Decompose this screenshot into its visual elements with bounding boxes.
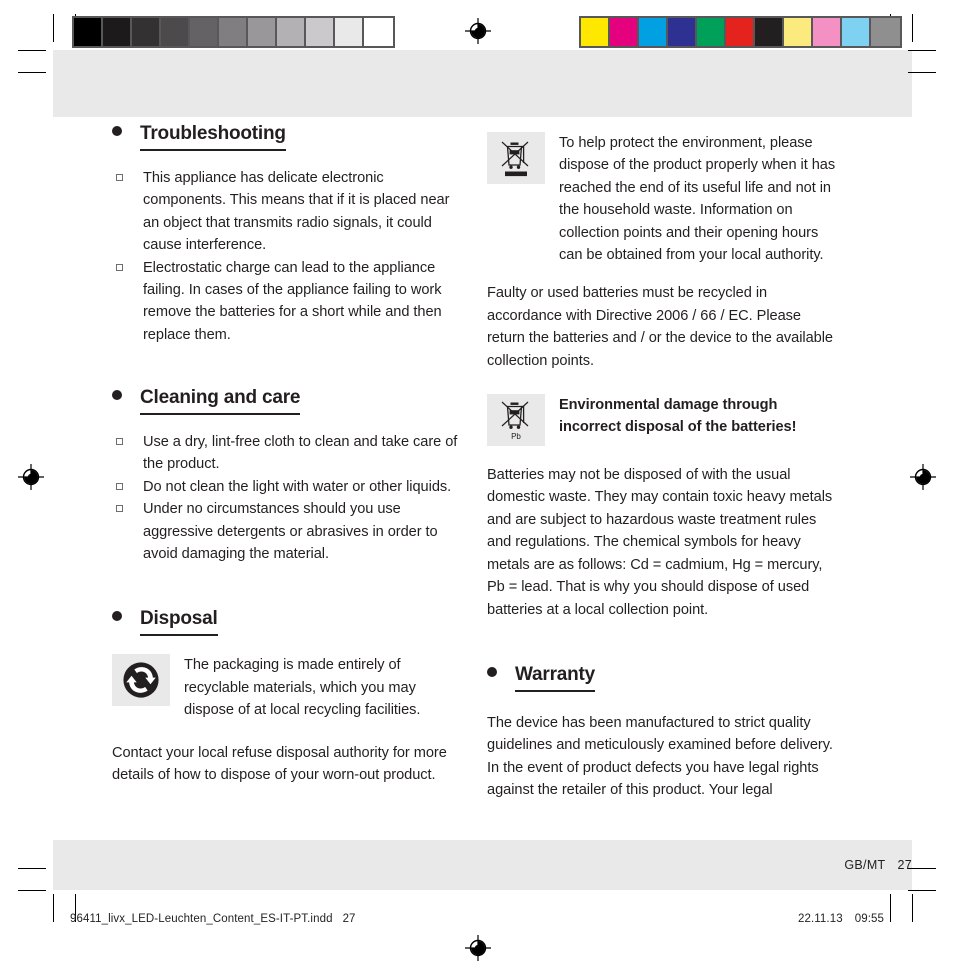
- heading-disposal: Disposal: [112, 609, 467, 637]
- weee-notice: To help protect the environment, please …: [487, 132, 842, 266]
- heading-text: Troubleshooting: [140, 123, 286, 151]
- list-item-text: Electrostatic charge can lead to the app…: [143, 259, 442, 343]
- list-item: Do not clean the light with water or oth…: [112, 476, 467, 498]
- recycling-text: The packaging is made entirely of recycl…: [184, 657, 421, 719]
- print-slug-filename-group: 96411_livx_LED-Leuchten_Content_ES-IT-PT…: [70, 913, 356, 925]
- warranty-paragraph: The device has been manufactured to stri…: [487, 714, 833, 799]
- footer-locale: GB/MT: [844, 858, 886, 872]
- batteries-directive-paragraph: Faulty or used batteries must be recycle…: [487, 285, 833, 369]
- content-columns: Troubleshooting This appliance has delic…: [0, 0, 954, 954]
- footer-folio: GB/MT 27: [487, 858, 912, 872]
- list-item-text: This appliance has delicate electronic c…: [143, 169, 450, 254]
- weee-text: To help protect the environment, please …: [559, 135, 836, 264]
- left-column: Troubleshooting This appliance has delic…: [112, 123, 467, 786]
- bullet-icon: [112, 390, 122, 401]
- print-slug-date: 22.11.13: [798, 913, 843, 925]
- list-item-text: Under no circumstances should you use ag…: [143, 501, 438, 563]
- print-slug-filename: 96411_livx_LED-Leuchten_Content_ES-IT-PT…: [70, 913, 333, 925]
- heading-text: Disposal: [140, 609, 218, 637]
- pb-label: Pb: [511, 432, 521, 441]
- battery-warning-text: Environmental damage through incorrect d…: [559, 397, 797, 436]
- heading-cleaning-and-care: Cleaning and care: [112, 387, 467, 416]
- crossed-out-wheelie-bin-icon: [487, 132, 545, 184]
- square-bullet-icon: [116, 173, 123, 181]
- troubleshooting-list: This appliance has delicate electronic c…: [112, 167, 467, 346]
- cleaning-list: Use a dry, lint-free cloth to clean and …: [112, 431, 467, 565]
- heading-text: Warranty: [515, 664, 595, 692]
- list-item: This appliance has delicate electronic c…: [112, 167, 467, 257]
- print-slug-page-number: 27: [342, 913, 356, 925]
- square-bullet-icon: [116, 482, 123, 490]
- list-item: Electrostatic charge can lead to the app…: [112, 257, 467, 347]
- disposal-paragraph: Contact your local refuse disposal autho…: [112, 744, 447, 783]
- recycling-notice: The packaging is made entirely of recycl…: [112, 654, 467, 721]
- heavy-metals-paragraph: Batteries may not be disposed of with th…: [487, 467, 833, 618]
- heading-warranty: Warranty: [487, 664, 842, 692]
- battery-warning-notice: Pb Environmental damage through incorrec…: [487, 394, 842, 447]
- section-cleaning-and-care: Cleaning and care Use a dry, lint-free c…: [112, 387, 467, 565]
- square-bullet-icon: [116, 438, 123, 446]
- crossed-out-bin-pb-icon: Pb: [487, 394, 545, 447]
- footer-page-number: 27: [897, 858, 912, 872]
- list-item: Under no circumstances should you use ag…: [112, 498, 467, 565]
- section-warranty: Warranty The device has been manufacture…: [487, 664, 842, 802]
- heading-troubleshooting: Troubleshooting: [112, 123, 467, 151]
- print-slug-timestamp-group: 22.11.13 09:55: [798, 913, 884, 925]
- square-bullet-icon: [116, 505, 123, 513]
- list-item: Use a dry, lint-free cloth to clean and …: [112, 431, 467, 476]
- right-column: To help protect the environment, please …: [487, 124, 842, 801]
- green-dot-recycling-icon: [112, 654, 170, 707]
- bullet-icon: [487, 666, 497, 677]
- list-item-text: Use a dry, lint-free cloth to clean and …: [143, 434, 458, 473]
- bullet-icon: [112, 611, 122, 622]
- list-item-text: Do not clean the light with water or oth…: [143, 478, 452, 495]
- section-disposal: Disposal The packaging is made entirely …: [112, 609, 467, 786]
- bullet-icon: [112, 126, 122, 136]
- print-slug-time: 09:55: [854, 913, 884, 925]
- section-troubleshooting: Troubleshooting This appliance has delic…: [112, 123, 467, 346]
- heading-text: Cleaning and care: [140, 387, 300, 416]
- square-bullet-icon: [116, 263, 123, 271]
